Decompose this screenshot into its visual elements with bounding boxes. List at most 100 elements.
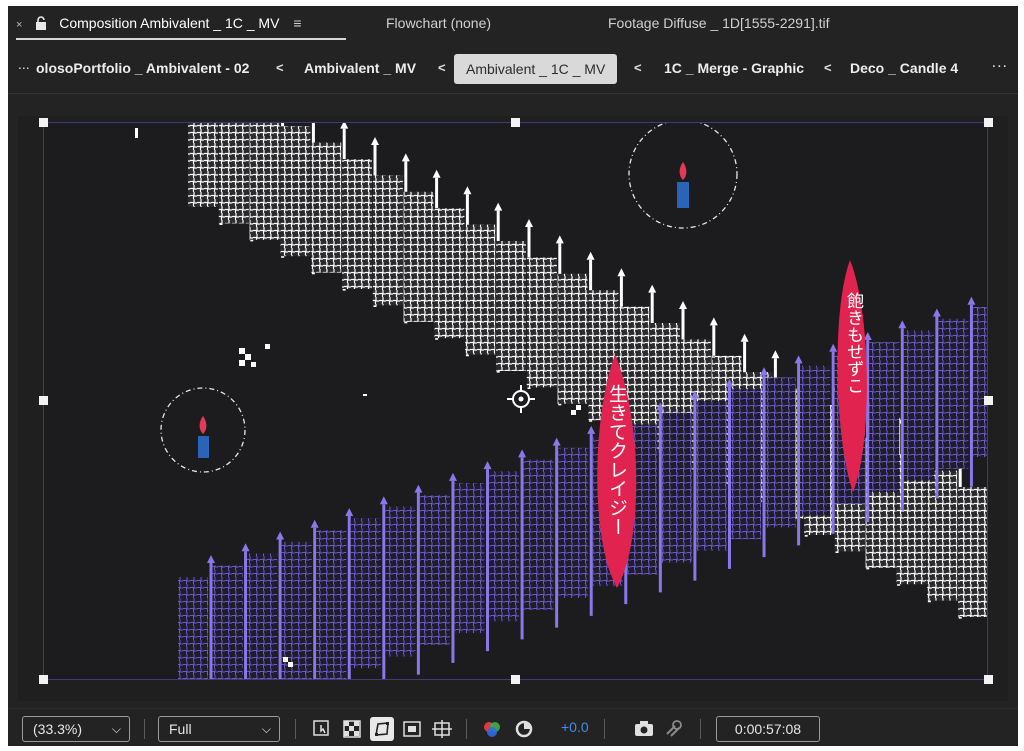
lattice-panel — [434, 208, 465, 339]
lock-icon[interactable] — [35, 16, 47, 30]
lattice-spear-tip — [829, 343, 838, 352]
nav-item-deco-candle[interactable]: Deco _ Candle 4 — [850, 56, 958, 80]
lattice-panel — [558, 447, 589, 598]
layer-handle-top-right[interactable] — [984, 118, 993, 127]
lattice-spear-tip — [371, 137, 379, 145]
lattice-spear-tip — [555, 235, 564, 244]
lattice-panel — [523, 459, 554, 610]
nav-item-ambivalent-mv[interactable]: Ambivalent _ MV — [304, 56, 416, 80]
lattice-panel — [973, 307, 988, 457]
lattice-panel — [342, 159, 372, 289]
exposure-value[interactable]: +0.0 — [561, 719, 589, 735]
layer-handle-middle-right[interactable] — [984, 396, 993, 405]
composition-viewer[interactable]: 生きてクレイジー 飽きもせずこ — [18, 116, 1008, 701]
mask-visibility-icon[interactable] — [370, 717, 394, 741]
grid-icon[interactable] — [430, 717, 454, 741]
lattice-panel — [526, 257, 557, 388]
divider — [700, 719, 701, 739]
lattice-panel — [958, 487, 988, 617]
lattice-panel — [765, 377, 796, 528]
transparency-grid-icon[interactable] — [340, 717, 364, 741]
after-effects-composition-panel: × Composition Ambivalent _ 1C _ MV ≡ Flo… — [8, 6, 1018, 746]
lattice-panel — [938, 318, 969, 469]
lattice-spear-tip — [679, 301, 687, 309]
panel-tab-bar: × Composition Ambivalent _ 1C _ MV ≡ Flo… — [8, 6, 1018, 42]
lattice-spear-tip — [448, 472, 457, 481]
layer-handle-bottom-center[interactable] — [511, 675, 520, 684]
lattice-panel — [489, 471, 520, 622]
lattice-panel — [350, 518, 381, 669]
nav-item-merge-graphic[interactable]: 1C _ Merge - Graphic — [664, 56, 804, 80]
lattice-spear-tip — [401, 153, 410, 162]
chevron-down-icon: ⌵ — [261, 722, 271, 736]
layer-handle-top-center[interactable] — [511, 118, 520, 127]
composition-artwork: 生きてクレイジー 飽きもせずこ — [135, 122, 988, 680]
lattice-spear-tip — [310, 519, 319, 528]
lattice-panel — [280, 126, 311, 257]
layer-handle-middle-left[interactable] — [39, 396, 48, 405]
lattice-spear-tip — [494, 202, 503, 211]
lattice-panel — [731, 389, 762, 540]
show-snapshot-icon[interactable] — [662, 717, 686, 741]
region-of-interest-icon[interactable] — [310, 717, 334, 741]
snapshot-icon[interactable] — [632, 717, 656, 741]
lattice-spear-tip — [518, 449, 527, 458]
nav-separator-chevron-icon: < — [438, 60, 446, 75]
nav-item-portfolio[interactable]: olosoPortfolio _ Ambivalent - 02 — [36, 56, 249, 80]
lattice-spear-tip — [241, 543, 250, 552]
lattice-spear-tip — [379, 496, 388, 505]
lattice-panel — [419, 494, 450, 645]
lattice-panel — [249, 122, 280, 240]
banner-right-text: 飽きもせずこ — [843, 292, 864, 394]
lattice-spear-tip — [740, 333, 749, 342]
lattice-spear-tip — [648, 284, 657, 293]
lattice-spear-tip — [552, 437, 561, 446]
lattice-spear-tip — [586, 251, 595, 260]
tab-footage[interactable]: Footage Diffuse _ 1D[1555-2291].tif — [608, 6, 830, 42]
lattice-spear-tip — [340, 122, 349, 129]
divider — [295, 719, 296, 739]
resolution-dropdown[interactable]: Full ⌵ — [158, 716, 280, 742]
nav-separator-chevron-icon: < — [276, 60, 284, 75]
lattice-panel — [496, 241, 526, 371]
lattice-spear-tip — [207, 555, 215, 563]
tab-flowchart[interactable]: Flowchart (none) — [386, 6, 491, 42]
reset-exposure-icon[interactable] — [512, 717, 536, 741]
chevron-down-icon: ⌵ — [111, 722, 121, 736]
layer-handle-bottom-left[interactable] — [39, 675, 48, 684]
lattice-spear-tip — [483, 461, 492, 470]
banner-left-text: 生きてクレイジー — [606, 384, 628, 536]
lattice-spear-tip — [345, 508, 354, 517]
nav-separator-chevron-icon: < — [824, 60, 832, 75]
nav-item-active-composition[interactable]: Ambivalent _ 1C _ MV — [454, 54, 618, 84]
lattice-panel — [869, 342, 900, 493]
tab-composition[interactable]: × Composition Ambivalent _ 1C _ MV ≡ — [16, 6, 302, 42]
composition-frame[interactable]: 生きてクレイジー 飽きもせずこ — [43, 122, 988, 680]
lattice-panel — [557, 273, 588, 404]
lattice-spear-tip — [967, 296, 976, 305]
current-time-display[interactable]: 0:00:57:08 — [716, 716, 820, 742]
candle-icon — [160, 387, 246, 473]
lattice-panel — [454, 483, 485, 634]
close-tab-icon[interactable]: × — [16, 19, 22, 31]
guides-icon[interactable] — [400, 717, 424, 741]
lattice-spear-tip — [794, 355, 803, 364]
navigator-overflow-right[interactable]: ... — [992, 54, 1008, 72]
viewer-footer-toolbar: (33.3%) ⌵ Full ⌵ +0.0 0:00:57:08 — [8, 708, 1018, 746]
navigator-overflow-left[interactable]: ... — [18, 56, 30, 72]
anchor-point-icon[interactable] — [507, 385, 535, 413]
lattice-panel — [927, 470, 958, 601]
layer-handle-bottom-right[interactable] — [984, 675, 993, 684]
layer-handle-top-left[interactable] — [39, 118, 48, 127]
lattice-spear-tip — [709, 317, 718, 326]
lattice-panel — [311, 142, 342, 273]
magnification-value: (33.3%) — [33, 721, 83, 737]
divider — [604, 719, 605, 739]
panel-menu-icon[interactable]: ≡ — [293, 15, 301, 31]
magnification-dropdown[interactable]: (33.3%) ⌵ — [22, 716, 130, 742]
color-channels-icon[interactable] — [480, 717, 504, 741]
lattice-panel — [903, 330, 934, 481]
lattice-panel — [800, 365, 831, 516]
lattice-spear-tip — [932, 308, 941, 317]
active-tab-underline — [16, 38, 346, 40]
